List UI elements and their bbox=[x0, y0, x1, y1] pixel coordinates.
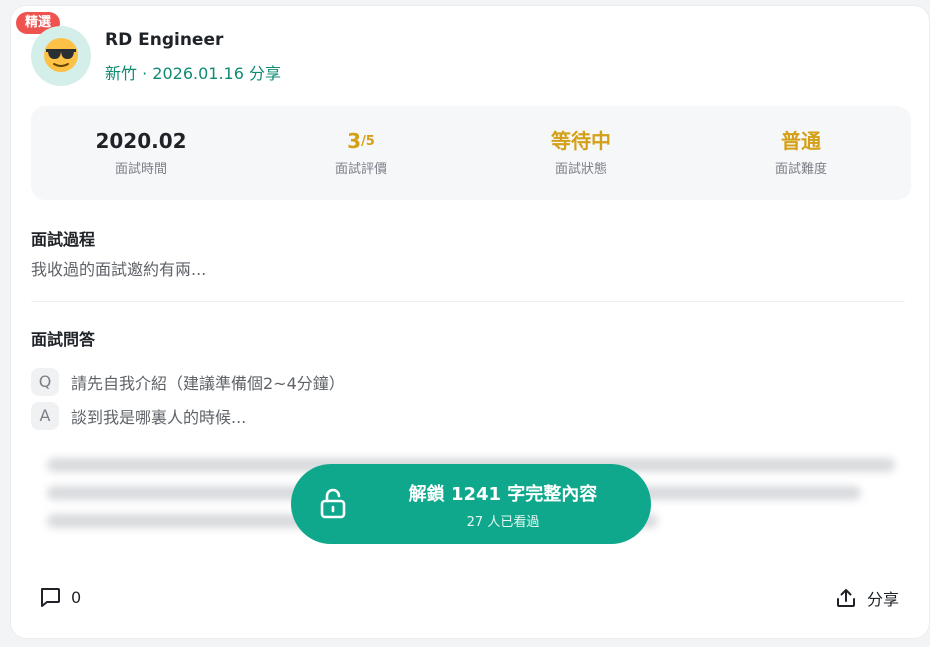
comment-icon bbox=[41, 588, 60, 607]
stat-interview-time: 2020.02 面試時間 bbox=[31, 106, 251, 200]
answer-text: 談到我是哪裏人的時候... bbox=[71, 408, 247, 427]
stat-interview-rating: 3/5 面試評價 bbox=[251, 106, 471, 200]
unlock-title: 解鎖 1241 字完整內容 bbox=[408, 484, 598, 505]
post-meta: 新竹 · 2026.01.16 分享 bbox=[105, 60, 281, 84]
unlock-button[interactable]: 解鎖 1241 字完整內容 27 人已看過 bbox=[291, 464, 651, 544]
share-label: 分享 bbox=[866, 590, 899, 609]
stat-label: 面試評價 bbox=[334, 162, 387, 177]
stat-interview-difficulty: 普通 面試難度 bbox=[691, 106, 911, 200]
post-action: 分享 bbox=[249, 64, 282, 83]
section-divider bbox=[31, 301, 905, 302]
stat-label: 面試狀態 bbox=[554, 162, 607, 177]
rating-score: 3 bbox=[347, 129, 362, 153]
stat-label: 面試時間 bbox=[114, 162, 167, 177]
avatar bbox=[31, 26, 91, 86]
stat-label: 面試難度 bbox=[774, 162, 827, 177]
qa-question: Q 請先自我介紹（建議準備個2~4分鐘） bbox=[31, 368, 345, 396]
location: 新竹 bbox=[105, 64, 138, 83]
stat-value: 等待中 bbox=[551, 129, 611, 153]
question-text: 請先自我介紹（建議準備個2~4分鐘） bbox=[71, 374, 345, 393]
stat-value: 普通 bbox=[781, 129, 821, 153]
share-icon bbox=[836, 589, 855, 607]
post-date: 2026.01.16 bbox=[152, 64, 244, 83]
meta-separator: · bbox=[142, 64, 148, 83]
qa-title: 面試問答 bbox=[31, 330, 96, 349]
question-tag: Q bbox=[31, 368, 59, 396]
unlock-icon bbox=[320, 488, 346, 519]
stat-value: 3/5 bbox=[251, 128, 471, 154]
unlock-subtitle: 27 人已看過 bbox=[466, 515, 540, 530]
process-title: 面試過程 bbox=[31, 230, 96, 249]
stat-interview-status: 等待中 面試狀態 bbox=[471, 106, 691, 200]
author-name: RD Engineer bbox=[105, 30, 224, 50]
share-button[interactable]: 分享 bbox=[835, 586, 899, 610]
interview-stats: 2020.02 面試時間 3/5 面試評價 等待中 面試狀態 普通 面試難度 bbox=[31, 106, 911, 200]
rating-scale: /5 bbox=[361, 134, 375, 149]
process-text: 我收過的面試邀約有兩... bbox=[31, 260, 207, 279]
sunglasses-emoji-icon bbox=[44, 38, 78, 72]
interview-card: 精選 RD Engineer 新竹 · 2026.01.16 分享 2020.0… bbox=[10, 5, 930, 639]
comment-count: 0 bbox=[71, 587, 82, 607]
answer-tag: A bbox=[31, 402, 59, 430]
comment-button[interactable]: 0 bbox=[39, 586, 81, 608]
qa-answer: A 談到我是哪裏人的時候... bbox=[31, 402, 246, 430]
stat-value: 2020.02 bbox=[95, 129, 187, 153]
